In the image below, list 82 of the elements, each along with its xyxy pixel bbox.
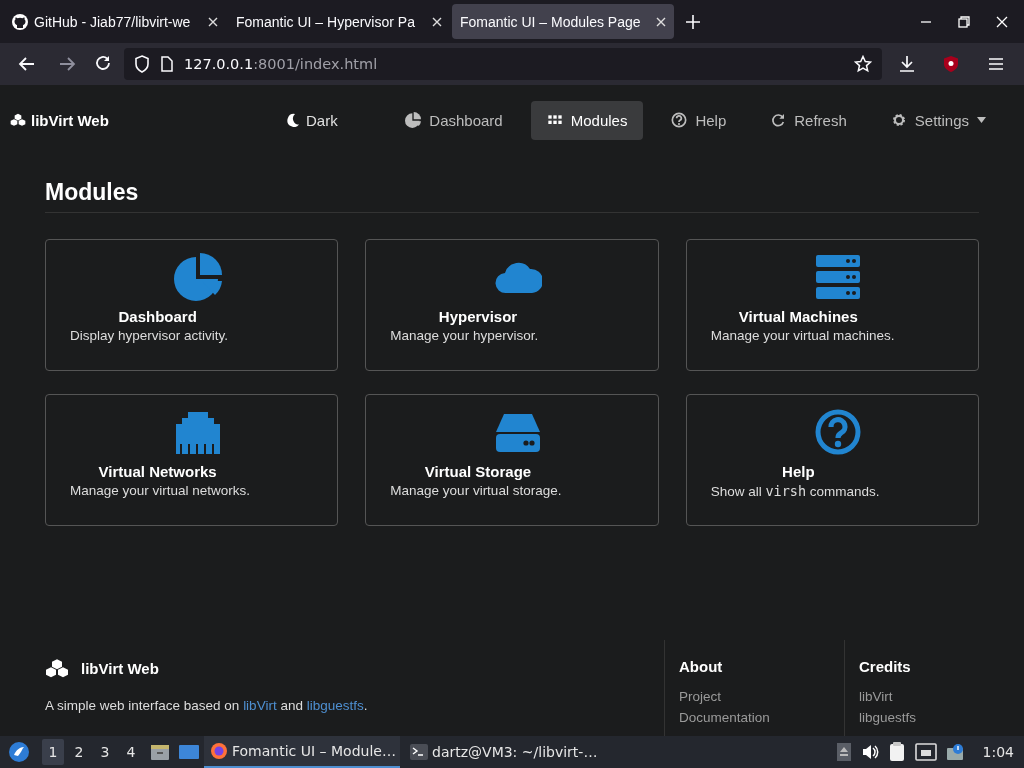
card-description: Manage your virtual networks. [70, 483, 251, 498]
eject-icon[interactable] [836, 743, 851, 761]
help-icon [671, 112, 688, 128]
card-title: Hypervisor [437, 308, 519, 325]
workspace-button[interactable]: 3 [94, 739, 116, 765]
module-card[interactable]: Virtual Storage Manage your virtual storage. [365, 394, 659, 526]
module-card[interactable]: Dashboard Display hypervisor activity. [45, 239, 339, 371]
card-description: Manage your virtual machines. [710, 328, 895, 343]
volume-icon[interactable] [860, 743, 879, 761]
clock: 1:04 [982, 744, 1014, 760]
clipboard-icon[interactable] [888, 742, 905, 762]
cubes-icon [45, 658, 69, 679]
help-icon [814, 408, 863, 456]
start-menu-icon[interactable] [8, 741, 30, 763]
footer-link[interactable]: libguestfs [859, 710, 1010, 725]
card-title: Virtual Storage [423, 463, 533, 480]
footer-link[interactable]: Documentation [679, 710, 830, 725]
workspace-button[interactable]: 1 [42, 739, 64, 765]
footer-brand: libVirt Web [81, 659, 159, 677]
workspace-button[interactable]: 2 [68, 739, 90, 765]
address-bar[interactable]: 127.0.0.1:8001/index.html [124, 48, 882, 80]
browser-icon [210, 742, 228, 760]
module-card[interactable]: Virtual Machines Manage your virtual machines. [685, 239, 979, 371]
close-icon[interactable] [432, 16, 442, 27]
taskbar-window[interactable]: dartz@VM3: ~/libvirt-… [404, 736, 600, 768]
settings-icon [890, 112, 907, 128]
github-icon [12, 13, 28, 30]
pie-chart-icon [173, 253, 222, 301]
nav-item[interactable]: Modules [530, 100, 644, 140]
card-title: Help [781, 463, 816, 480]
moon-icon [286, 113, 301, 127]
card-title: Virtual Networks [97, 463, 218, 480]
footer-link[interactable]: libVirt [859, 689, 1010, 704]
browser-tab[interactable]: Fomantic UI – Modules Page [452, 4, 674, 39]
card-description: Manage your virtual storage. [390, 483, 562, 498]
server-icon [814, 253, 863, 301]
page-title: Modules [45, 169, 979, 213]
network-icon[interactable] [914, 743, 937, 761]
footer-tagline: A simple web interface based on libVirt and libguestfs. [45, 698, 369, 714]
shield-icon [134, 55, 150, 73]
reload-icon[interactable] [94, 55, 112, 73]
refresh-icon [770, 112, 787, 128]
footer-heading: Credits [859, 658, 912, 675]
shield-badge-icon[interactable] [942, 55, 960, 73]
module-card[interactable]: Hypervisor Manage your hypervisor. [365, 239, 659, 371]
nav-item[interactable]: Settings [874, 100, 1002, 140]
module-card[interactable]: Virtual Networks Manage your virtual networks. [45, 394, 339, 526]
card-description: Display hypervisor activity. [70, 328, 229, 343]
close-icon[interactable] [656, 16, 666, 27]
card-description: Manage your hypervisor. [390, 328, 539, 343]
star-icon[interactable] [854, 55, 872, 73]
nav-item[interactable]: Refresh [754, 100, 863, 140]
footer-link[interactable]: libVirt [243, 698, 277, 714]
download-icon[interactable] [898, 55, 916, 73]
theme-toggle[interactable]: Dark [286, 101, 362, 139]
notification-icon[interactable] [946, 743, 965, 761]
footer-heading: About [679, 658, 724, 675]
close-icon[interactable] [208, 16, 218, 27]
menu-icon[interactable] [988, 57, 1004, 71]
cubes-icon [10, 113, 26, 127]
terminal-icon [410, 744, 428, 760]
browser-tab[interactable]: Fomantic UI – Hypervisor Pa [228, 4, 450, 39]
taskbar-window[interactable]: Fomantic UI – Module… [204, 736, 400, 768]
forward-icon[interactable] [58, 55, 76, 73]
footer-link[interactable]: libguestfs [306, 698, 364, 714]
pie-chart-icon [405, 112, 422, 128]
card-title: Virtual Machines [737, 308, 859, 325]
card-description: Show all virsh commands. [710, 483, 880, 499]
workspace-button[interactable]: 4 [120, 739, 142, 765]
file-manager-icon[interactable] [150, 743, 170, 761]
desktop-icon[interactable] [178, 743, 200, 761]
new-tab-icon[interactable] [686, 14, 700, 29]
back-icon[interactable] [18, 55, 36, 73]
card-title: Dashboard [117, 308, 198, 325]
module-card[interactable]: Help Show all virsh commands. [685, 394, 979, 526]
page-icon [160, 56, 174, 72]
browser-tab[interactable]: GitHub - Jiab77/libvirt-we [4, 4, 226, 39]
brand-name: libVirt Web [31, 111, 109, 129]
nav-item[interactable]: Dashboard [389, 100, 519, 140]
nav-item[interactable]: Help [655, 100, 743, 140]
restore-icon[interactable] [958, 15, 970, 28]
footer-link[interactable]: Project [679, 689, 830, 704]
